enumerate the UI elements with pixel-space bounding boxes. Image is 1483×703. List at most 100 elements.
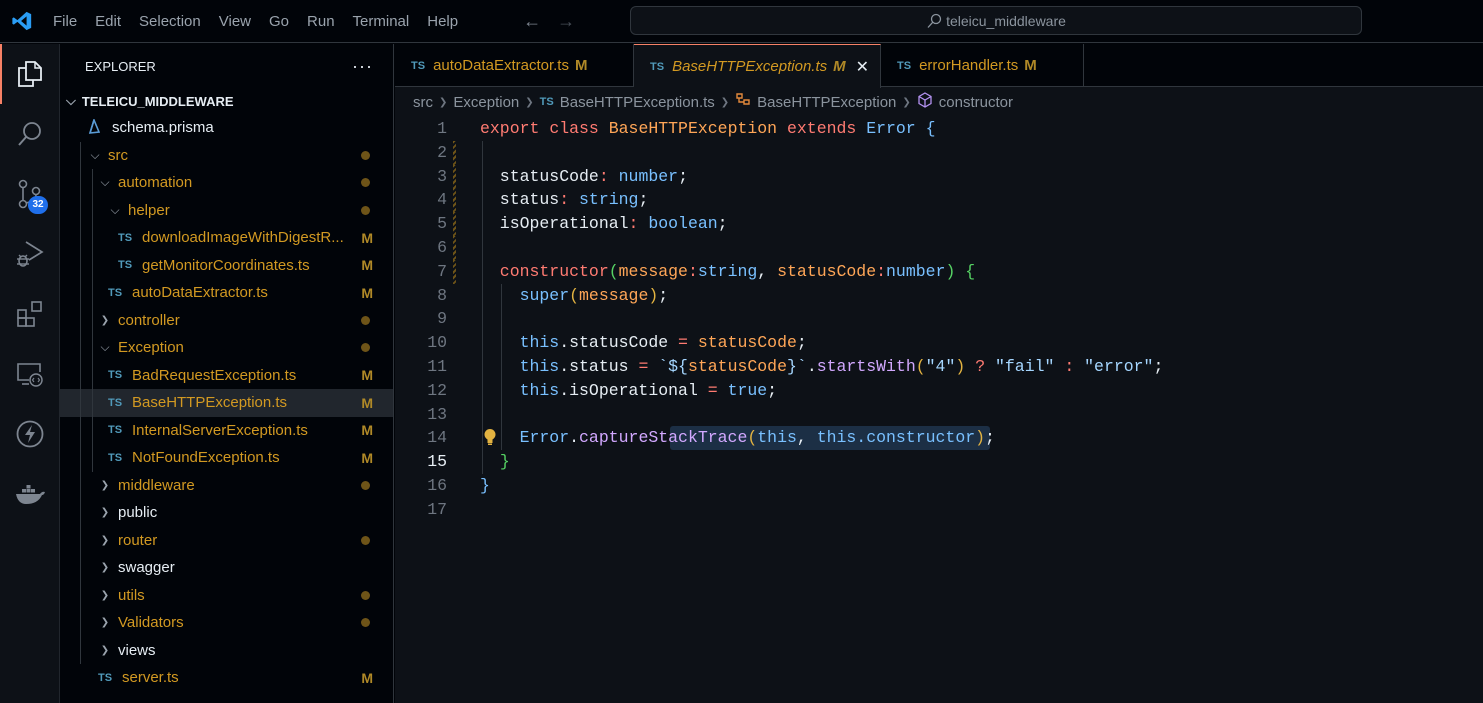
- tree-item[interactable]: TS NotFoundException.ts M: [60, 444, 393, 472]
- code-line[interactable]: 14 Error.captureStackTrace(this, this.co…: [395, 426, 1483, 451]
- modified-gutter-indicator: [453, 140, 456, 165]
- tree-item[interactable]: TS autoDataExtractor.ts M: [60, 279, 393, 307]
- lightning-icon: [16, 420, 44, 448]
- line-number: 11: [427, 356, 447, 376]
- activity-remote-explorer[interactable]: [0, 344, 60, 404]
- activity-thunder-client[interactable]: [0, 404, 60, 464]
- tree-item[interactable]: ❯ public: [60, 499, 393, 527]
- activity-extensions[interactable]: [0, 284, 60, 344]
- tree-item[interactable]: schema.prisma: [60, 114, 393, 142]
- typescript-file-icon: TS: [108, 451, 123, 464]
- modified-badge: M: [361, 422, 373, 439]
- modified-dot-icon: [361, 590, 370, 600]
- activity-docker[interactable]: [0, 464, 60, 524]
- tree-item[interactable]: ❯ router: [60, 527, 393, 555]
- code-line[interactable]: 2: [395, 140, 1483, 165]
- modified-badge: M: [361, 284, 373, 301]
- menu-edit[interactable]: Edit: [86, 0, 130, 43]
- tree-item[interactable]: ❯ Validators: [60, 609, 393, 637]
- tree-item[interactable]: ❯ swagger: [60, 554, 393, 582]
- command-center-search[interactable]: teleicu_middleware: [630, 6, 1362, 35]
- code-line[interactable]: 10 this.statusCode = statusCode;: [395, 331, 1483, 355]
- tree-item-label: autoDataExtractor.ts: [132, 284, 268, 302]
- chevron-right-icon: ❯: [439, 96, 448, 108]
- tree-item[interactable]: ⌵ Exception: [60, 334, 393, 362]
- tree-item[interactable]: TS server.ts M: [60, 664, 393, 692]
- prisma-file-icon: [88, 117, 104, 137]
- modified-dot-icon: [361, 315, 370, 325]
- tree-item[interactable]: ⌵ src: [60, 142, 393, 170]
- tree-item[interactable]: TS BaseHTTPException.ts M: [60, 389, 393, 417]
- tree-item-label: swagger: [118, 559, 175, 577]
- code-line[interactable]: 12 this.isOperational = true;: [395, 379, 1483, 403]
- line-number: 16: [427, 475, 447, 495]
- code-text: this.isOperational = true;: [480, 380, 778, 400]
- explorer-sidebar: EXPLORER ··· ⌵ TELEICU_MIDDLEWARE schema…: [60, 44, 394, 703]
- menu-go[interactable]: Go: [260, 0, 298, 43]
- forward-arrow-icon[interactable]: →: [557, 11, 575, 32]
- code-line[interactable]: 11 this.status = `${statusCode}`.startsW…: [395, 355, 1483, 379]
- tree-item[interactable]: ⌵ automation: [60, 169, 393, 197]
- activity-run-debug[interactable]: [0, 224, 60, 284]
- code-line[interactable]: 15 }: [395, 450, 1483, 474]
- tab-basehttpexception-ts[interactable]: TS BaseHTTPException.ts M ✕: [634, 44, 881, 88]
- code-line[interactable]: 3 statusCode: number;: [395, 164, 1483, 189]
- tree-item[interactable]: TS getMonitorCoordinates.ts M: [60, 252, 393, 280]
- chevron-right-icon: ❯: [100, 562, 110, 574]
- tree-item[interactable]: ❯ controller: [60, 307, 393, 335]
- back-arrow-icon[interactable]: ←: [523, 11, 541, 32]
- breadcrumb-item[interactable]: constructor: [939, 94, 1013, 111]
- code-line[interactable]: 6: [395, 235, 1483, 260]
- code-text: export class BaseHTTPException extends E…: [480, 119, 936, 138]
- menu-terminal[interactable]: Terminal: [344, 0, 419, 43]
- modified-gutter-indicator: [453, 259, 456, 284]
- code-line[interactable]: 8 super(message);: [395, 284, 1483, 308]
- menu-run[interactable]: Run: [298, 0, 344, 43]
- indent-guide: [80, 142, 81, 664]
- code-line[interactable]: 1 export class BaseHTTPException extends …: [395, 117, 1483, 141]
- typescript-file-icon: TS: [650, 60, 665, 73]
- menu-file[interactable]: File: [44, 0, 86, 43]
- tree-item[interactable]: ❯ views: [60, 637, 393, 665]
- tree-item-label: middleware: [118, 476, 195, 494]
- tree-item[interactable]: TS downloadImageWithDigestR... M: [60, 224, 393, 252]
- remote-explorer-icon: [17, 363, 43, 387]
- tree-item[interactable]: ❯ utils: [60, 582, 393, 610]
- tree-item[interactable]: ❯ middleware: [60, 472, 393, 500]
- tree-item[interactable]: TS BadRequestException.ts M: [60, 362, 393, 390]
- menu-selection[interactable]: Selection: [130, 0, 210, 43]
- code-editor[interactable]: 1 export class BaseHTTPException extends …: [395, 117, 1483, 522]
- tree-item[interactable]: TS InternalServerException.ts M: [60, 417, 393, 445]
- more-actions-button[interactable]: ···: [352, 56, 373, 77]
- activity-explorer[interactable]: [0, 44, 60, 104]
- menu-help[interactable]: Help: [418, 0, 467, 43]
- tree-item[interactable]: ⌵ helper: [60, 197, 393, 225]
- code-line[interactable]: 13: [395, 403, 1483, 427]
- breadcrumb-item[interactable]: BaseHTTPException.ts: [560, 94, 715, 111]
- code-text: isOperational: boolean;: [480, 214, 728, 234]
- code-line[interactable]: 16}: [395, 474, 1483, 498]
- code-line[interactable]: 7 constructor(message:string, statusCode…: [395, 259, 1483, 284]
- menu-view[interactable]: View: [210, 0, 260, 43]
- breadcrumb-item[interactable]: BaseHTTPException: [757, 94, 896, 111]
- tree-item-label: InternalServerException.ts: [132, 421, 308, 439]
- typescript-file-icon: TS: [411, 59, 426, 72]
- code-line[interactable]: 9: [395, 307, 1483, 331]
- activity-search[interactable]: [0, 104, 60, 164]
- tab-errorhandler-ts[interactable]: TS errorHandler.ts M: [881, 44, 1084, 87]
- modified-dot-icon: [361, 618, 370, 628]
- line-number: 13: [427, 404, 447, 424]
- code-text: this.status = `${statusCode}`.startsWith…: [480, 356, 1164, 376]
- tab-autodataextractor-ts[interactable]: TS autoDataExtractor.ts M: [395, 44, 634, 87]
- code-line[interactable]: 4 status: string;: [395, 188, 1483, 213]
- close-icon[interactable]: ✕: [856, 57, 869, 77]
- code-line[interactable]: 5 isOperational: boolean;: [395, 212, 1483, 236]
- activity-source-control[interactable]: 32: [0, 164, 60, 224]
- typescript-file-icon: TS: [98, 671, 113, 684]
- breadcrumb-item[interactable]: src: [413, 94, 433, 111]
- run-debug-icon: [17, 241, 44, 267]
- breadcrumb-item[interactable]: Exception: [453, 94, 519, 111]
- workspace-root[interactable]: ⌵ TELEICU_MIDDLEWARE: [60, 88, 393, 114]
- modified-badge: M: [361, 394, 373, 411]
- code-line[interactable]: 17: [395, 498, 1483, 522]
